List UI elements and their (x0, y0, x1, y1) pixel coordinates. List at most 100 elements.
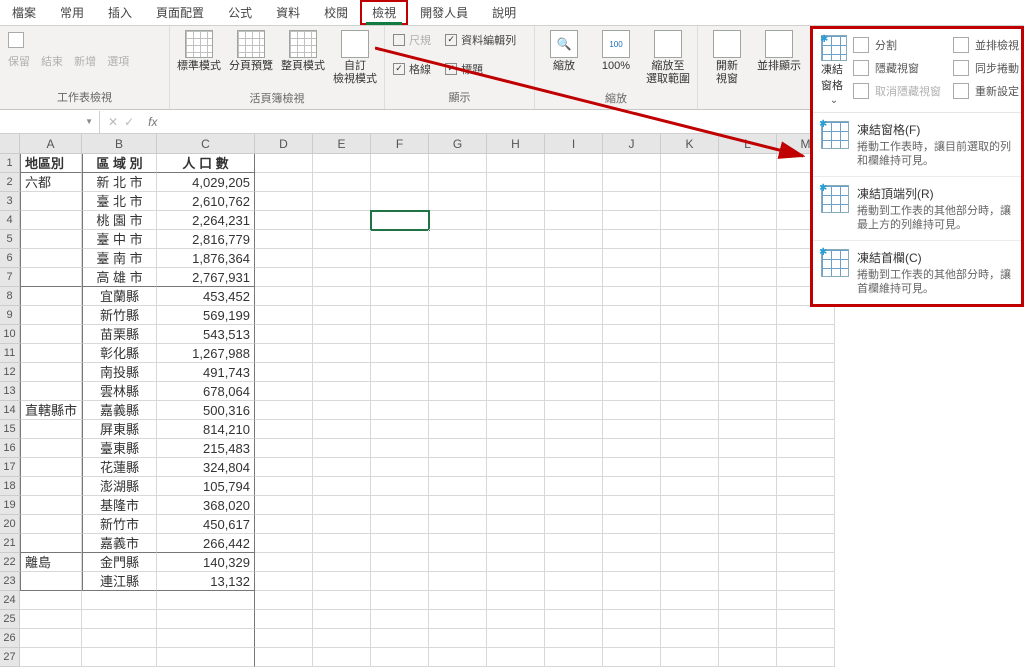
cell[interactable]: 雲林縣 (82, 382, 157, 401)
cell[interactable] (777, 325, 835, 344)
cell[interactable] (661, 648, 719, 667)
cell[interactable] (371, 477, 429, 496)
cell[interactable] (82, 629, 157, 648)
col-header[interactable]: H (487, 134, 545, 153)
cell[interactable] (603, 230, 661, 249)
cell[interactable]: 六都 (20, 173, 82, 192)
cell[interactable]: 離島 (20, 553, 82, 572)
cell[interactable] (661, 553, 719, 572)
col-header[interactable]: E (313, 134, 371, 153)
cell[interactable] (487, 629, 545, 648)
cell[interactable] (545, 344, 603, 363)
cell[interactable] (20, 572, 82, 591)
cell[interactable]: 高 雄 市 (82, 268, 157, 287)
cell[interactable] (603, 325, 661, 344)
cell[interactable]: 桃 園 市 (82, 211, 157, 230)
cell[interactable] (487, 496, 545, 515)
cell[interactable] (429, 344, 487, 363)
cell[interactable]: 450,617 (157, 515, 255, 534)
cell[interactable] (82, 591, 157, 610)
cell[interactable] (255, 401, 313, 420)
cell[interactable] (20, 591, 82, 610)
cell[interactable]: 地區別 (20, 154, 82, 173)
cell[interactable] (371, 591, 429, 610)
cell[interactable] (487, 211, 545, 230)
cell[interactable] (313, 458, 371, 477)
cell[interactable] (20, 268, 82, 287)
row-header[interactable]: 17 (0, 458, 20, 477)
cell[interactable]: 區 域 別 (82, 154, 157, 173)
cell[interactable] (20, 477, 82, 496)
cell[interactable] (371, 515, 429, 534)
cell[interactable] (255, 154, 313, 173)
cell[interactable]: 苗栗縣 (82, 325, 157, 344)
cell[interactable] (313, 572, 371, 591)
row-header[interactable]: 22 (0, 553, 20, 572)
hide-window-btn[interactable]: 隱藏視窗 (875, 60, 919, 76)
col-header[interactable]: G (429, 134, 487, 153)
keep-btn[interactable]: 保留 (8, 53, 30, 69)
cell[interactable]: 1,876,364 (157, 249, 255, 268)
cell[interactable] (661, 306, 719, 325)
cell[interactable] (545, 287, 603, 306)
cell[interactable] (313, 287, 371, 306)
cell[interactable] (603, 401, 661, 420)
cell[interactable] (545, 325, 603, 344)
cell[interactable] (255, 534, 313, 553)
row-header[interactable]: 13 (0, 382, 20, 401)
cell[interactable] (157, 610, 255, 629)
cell[interactable] (20, 534, 82, 553)
cell[interactable] (603, 496, 661, 515)
cell[interactable]: 453,452 (157, 287, 255, 306)
cell[interactable] (255, 648, 313, 667)
cell[interactable] (429, 553, 487, 572)
col-header[interactable]: J (603, 134, 661, 153)
cell[interactable] (255, 477, 313, 496)
cell[interactable] (429, 325, 487, 344)
enter-icon[interactable]: ✓ (124, 115, 134, 129)
cell[interactable] (371, 154, 429, 173)
cell[interactable] (313, 610, 371, 629)
cell[interactable] (313, 344, 371, 363)
cell[interactable]: 金門縣 (82, 553, 157, 572)
cancel-icon[interactable]: ✕ (108, 115, 118, 129)
cell[interactable]: 140,329 (157, 553, 255, 572)
cell[interactable] (371, 610, 429, 629)
cell[interactable] (603, 629, 661, 648)
cell[interactable] (255, 496, 313, 515)
cell[interactable] (371, 306, 429, 325)
cell[interactable] (20, 458, 82, 477)
cell[interactable] (777, 420, 835, 439)
cell[interactable] (719, 363, 777, 382)
cell[interactable] (429, 610, 487, 629)
cell[interactable] (371, 629, 429, 648)
cell[interactable] (255, 553, 313, 572)
cell[interactable] (255, 439, 313, 458)
cell[interactable] (429, 401, 487, 420)
cell[interactable] (313, 230, 371, 249)
cell[interactable] (313, 401, 371, 420)
cell[interactable] (545, 249, 603, 268)
cell[interactable] (661, 363, 719, 382)
cell[interactable] (545, 477, 603, 496)
new-btn[interactable]: 新增 (74, 53, 96, 69)
cell[interactable] (777, 439, 835, 458)
row-header[interactable]: 26 (0, 629, 20, 648)
cell[interactable] (255, 629, 313, 648)
cell[interactable] (661, 249, 719, 268)
cell[interactable] (82, 610, 157, 629)
cell[interactable] (603, 363, 661, 382)
cell[interactable]: 2,816,779 (157, 230, 255, 249)
cell[interactable] (255, 211, 313, 230)
cell[interactable] (545, 306, 603, 325)
cell[interactable] (313, 173, 371, 192)
cell[interactable] (20, 230, 82, 249)
cell[interactable] (20, 363, 82, 382)
cell[interactable] (487, 610, 545, 629)
freeze-panes-btn[interactable]: ✱ 凍結窗格 ⌄ (821, 35, 847, 106)
cell[interactable] (545, 173, 603, 192)
cell[interactable]: 324,804 (157, 458, 255, 477)
cell[interactable]: 2,610,762 (157, 192, 255, 211)
col-header[interactable]: B (82, 134, 157, 153)
zoom-btn[interactable]: 🔍縮放 (539, 28, 589, 75)
